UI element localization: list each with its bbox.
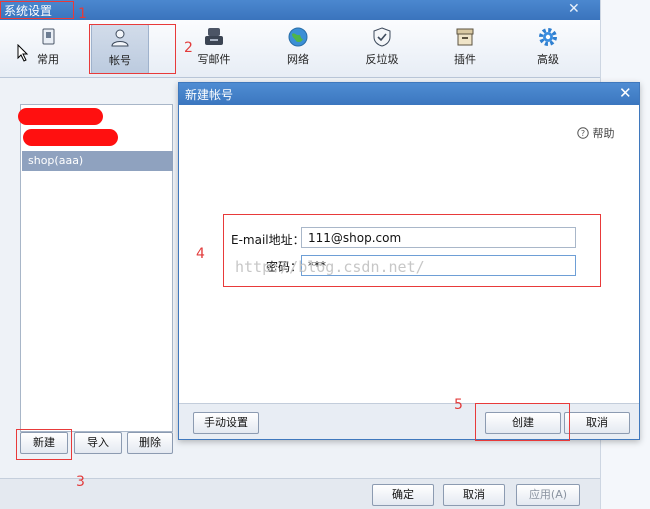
dialog-title: 新建帐号 (185, 88, 234, 102)
help-label: 帮助 (592, 127, 615, 140)
help-icon: ? (577, 127, 589, 139)
annotation-box (0, 1, 74, 19)
annotation-box (16, 429, 72, 460)
tab-label: 常用 (37, 53, 59, 66)
tab-network[interactable]: 网络 (268, 24, 328, 74)
annotation-number: 3 (76, 474, 85, 490)
dialog-footer: 手动设置 创建 取消 (179, 403, 639, 439)
annotation-box (89, 24, 176, 74)
tab-general[interactable]: 常用 (18, 24, 78, 74)
tab-compose[interactable]: 写邮件 (184, 24, 244, 74)
close-icon[interactable]: ✕ (568, 1, 580, 17)
annotation-number: 4 (196, 246, 205, 262)
shield-icon (373, 27, 391, 47)
new-account-dialog: 新建帐号 ✕ ? 帮助 E-mail地址： 密码： http://blog.cs… (178, 82, 640, 441)
redacted-account (18, 108, 103, 125)
tab-plugins[interactable]: 插件 (435, 24, 495, 74)
tab-advanced[interactable]: 高级 (518, 24, 578, 74)
globe-icon (288, 27, 308, 47)
svg-text:?: ? (581, 129, 585, 138)
plugin-box-icon (456, 28, 474, 46)
gear-icon (539, 28, 557, 46)
footer-bar: 确定 取消 应用(A) (0, 478, 600, 509)
account-list-item[interactable]: shop(aaa) (22, 151, 173, 171)
tab-label: 高级 (537, 53, 559, 66)
account-list[interactable]: shop(aaa) (18, 104, 173, 432)
device-icon (42, 28, 55, 45)
delete-button[interactable]: 删除 (127, 432, 173, 454)
tab-antispam[interactable]: 反垃圾 (352, 24, 412, 74)
cancel-button[interactable]: 取消 (443, 484, 505, 506)
compose-icon (205, 28, 223, 45)
manual-settings-button[interactable]: 手动设置 (193, 412, 259, 434)
tab-label: 反垃圾 (365, 53, 399, 66)
annotation-box (475, 403, 570, 441)
tab-label: 网络 (287, 53, 309, 66)
tab-label: 插件 (454, 53, 476, 66)
tab-label: 写邮件 (197, 53, 231, 66)
dialog-cancel-button[interactable]: 取消 (564, 412, 630, 434)
import-button[interactable]: 导入 (74, 432, 122, 454)
redacted-account (23, 129, 118, 146)
title-bar: 系统设置 ✕ (0, 0, 600, 20)
annotation-number: 1 (78, 6, 87, 22)
annotation-box (223, 214, 601, 287)
annotation-number: 2 (184, 40, 193, 56)
ok-button[interactable]: 确定 (372, 484, 434, 506)
settings-window: 系统设置 ✕ 常用 帐号 写邮件 网络 反垃圾 插件 高级 shop(aaa) … (0, 0, 650, 509)
dialog-close-icon[interactable]: ✕ (619, 84, 632, 102)
apply-button[interactable]: 应用(A) (516, 484, 580, 506)
annotation-number: 5 (454, 397, 463, 413)
dialog-title-bar: 新建帐号 ✕ (179, 83, 639, 105)
help-link[interactable]: ? 帮助 (577, 125, 615, 141)
